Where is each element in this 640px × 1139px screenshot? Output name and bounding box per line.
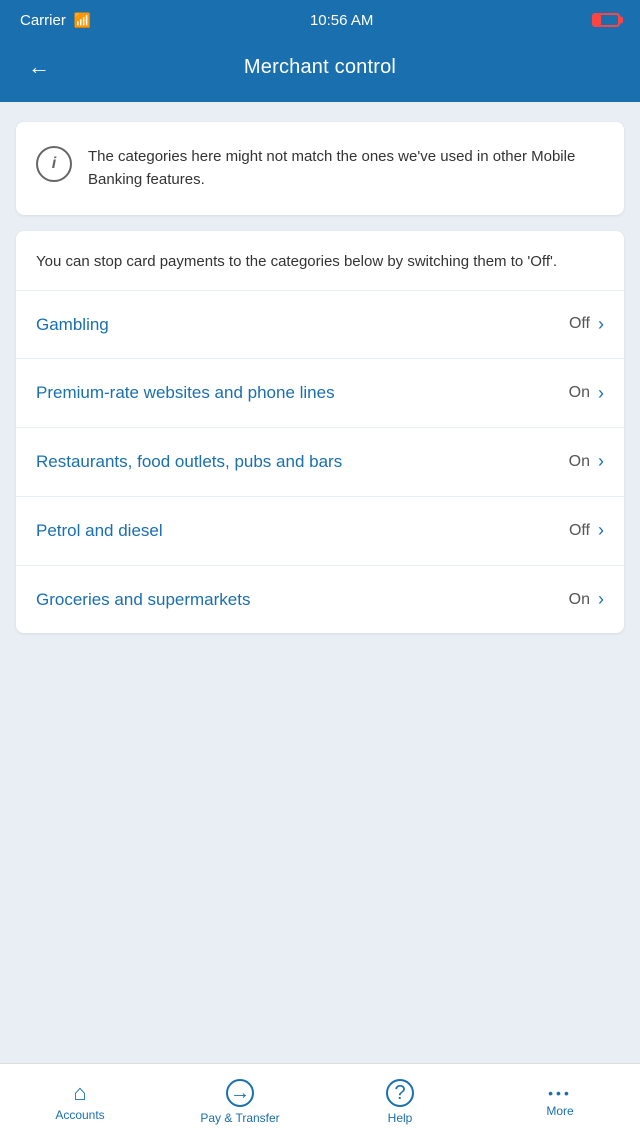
category-name-petrol: Petrol and diesel [36,519,376,543]
info-icon: i [36,146,72,182]
chevron-icon-gambling: › [598,314,604,335]
category-status-premium-rate: On › [569,383,604,404]
back-button[interactable]: ← [20,50,58,84]
status-label-gambling: Off [569,315,590,333]
header: ← Merchant control [0,40,640,102]
page-title: Merchant control [244,56,396,79]
category-name-premium-rate: Premium-rate websites and phone lines [36,381,376,405]
info-card: i The categories here might not match th… [16,122,624,215]
back-arrow-icon: ← [28,54,50,80]
chevron-icon-groceries: › [598,589,604,610]
pay-transfer-label: Pay & Transfer [200,1111,279,1125]
category-item-gambling[interactable]: Gambling Off › [16,291,624,360]
accounts-icon: ⌂ [73,1082,86,1104]
help-label: Help [388,1111,413,1125]
category-card: You can stop card payments to the catego… [16,231,624,633]
pay-transfer-icon: → [226,1079,254,1107]
category-intro: You can stop card payments to the catego… [16,231,624,291]
more-label: More [546,1104,573,1118]
category-name-groceries: Groceries and supermarkets [36,588,376,612]
category-status-restaurants: On › [569,451,604,472]
status-label-groceries: On [569,591,590,609]
category-status-petrol: Off › [569,520,604,541]
bottom-nav: ⌂ Accounts → Pay & Transfer ? Help ••• M… [0,1063,640,1139]
chevron-icon-restaurants: › [598,451,604,472]
chevron-icon-premium-rate: › [598,383,604,404]
nav-item-more[interactable]: ••• More [480,1064,640,1139]
nav-item-pay-transfer[interactable]: → Pay & Transfer [160,1064,320,1139]
nav-item-accounts[interactable]: ⌂ Accounts [0,1064,160,1139]
category-name-restaurants: Restaurants, food outlets, pubs and bars [36,450,376,474]
category-status-groceries: On › [569,589,604,610]
category-item-restaurants[interactable]: Restaurants, food outlets, pubs and bars… [16,428,624,497]
help-icon: ? [386,1079,414,1107]
nav-item-help[interactable]: ? Help [320,1064,480,1139]
category-name-gambling: Gambling [36,313,376,337]
battery-icon [592,13,620,27]
info-text: The categories here might not match the … [88,146,604,191]
status-label-petrol: Off [569,522,590,540]
time-display: 10:56 AM [310,12,373,29]
chevron-icon-petrol: › [598,520,604,541]
status-bar: Carrier 📶 10:56 AM [0,0,640,40]
accounts-label: Accounts [55,1108,104,1122]
more-icon: ••• [548,1086,572,1100]
category-status-gambling: Off › [569,314,604,335]
category-list: GamblingOff›Premium-rate websites and ph… [16,291,624,634]
status-label-restaurants: On [569,453,590,471]
wifi-icon: 📶 [74,12,91,29]
status-left: Carrier 📶 [20,12,91,29]
main-content: i The categories here might not match th… [0,102,640,1063]
carrier-label: Carrier [20,12,66,29]
category-item-premium-rate[interactable]: Premium-rate websites and phone lines On › [16,359,624,428]
category-item-petrol[interactable]: Petrol and diesel Off › [16,497,624,566]
status-label-premium-rate: On [569,384,590,402]
category-item-groceries[interactable]: Groceries and supermarkets On › [16,566,624,634]
